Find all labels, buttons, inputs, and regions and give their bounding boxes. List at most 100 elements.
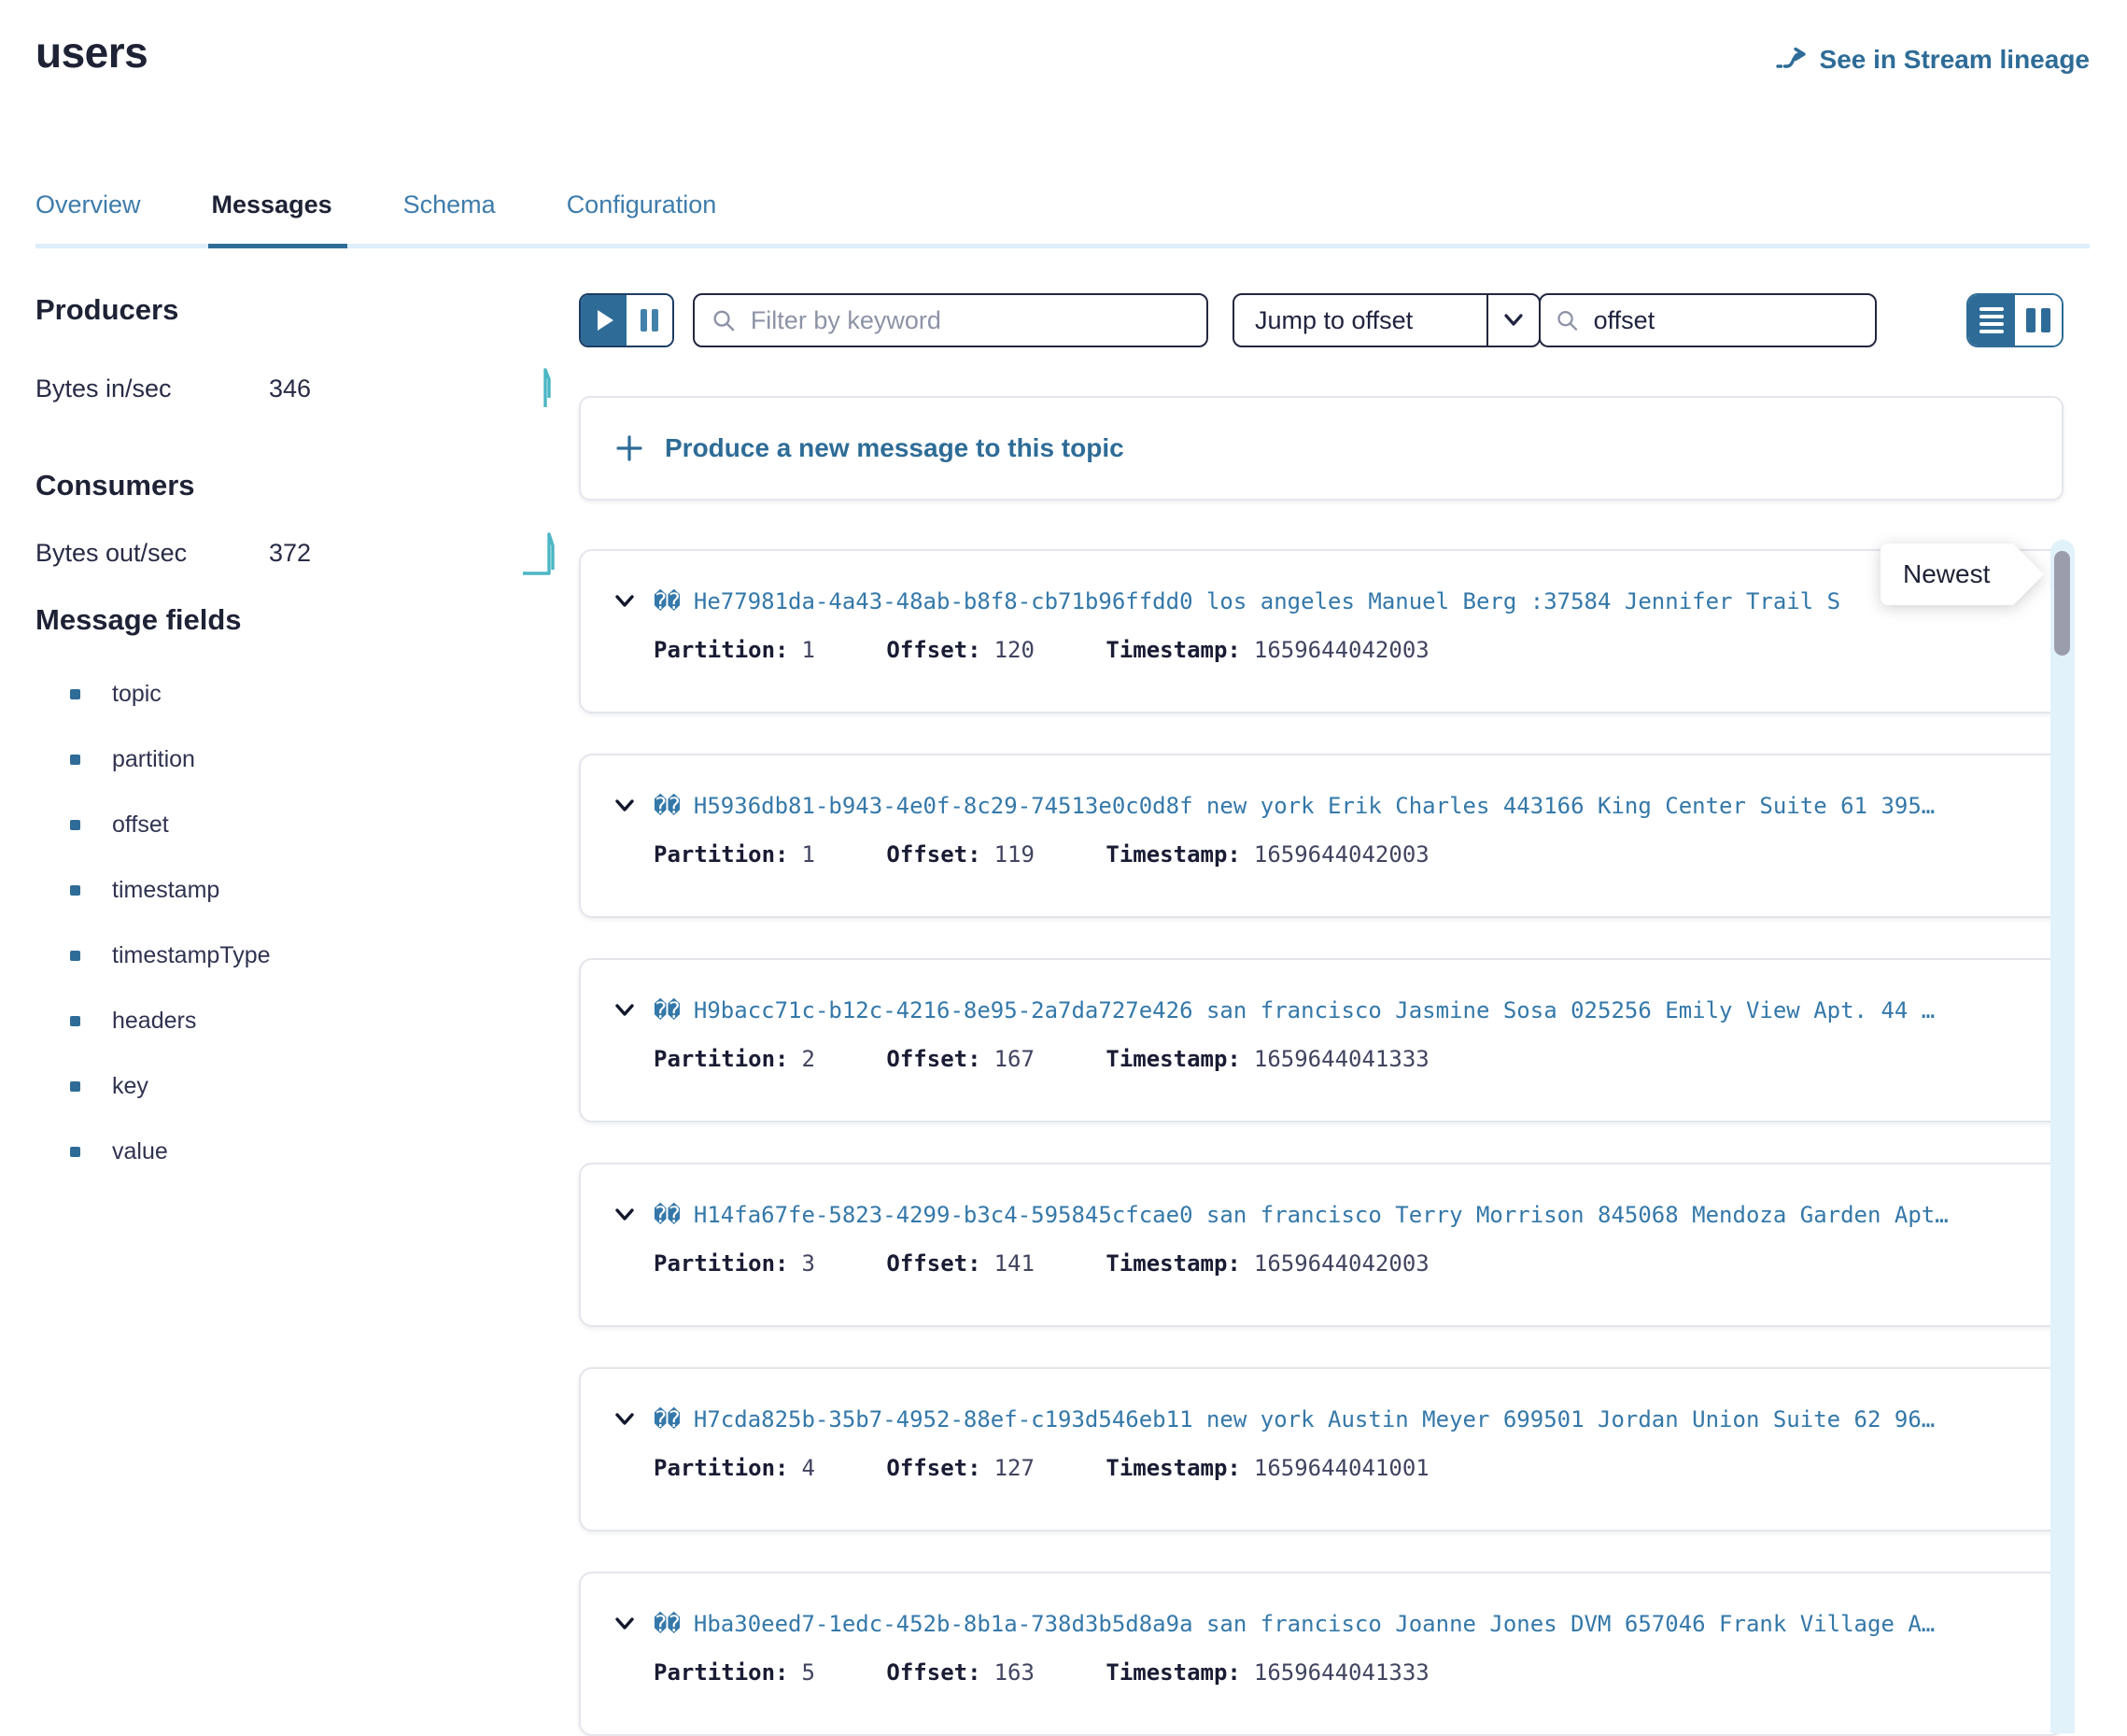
replacement-glyphs: �� <box>654 588 681 614</box>
filter-keyword-input[interactable] <box>749 305 1190 336</box>
chevron-down-icon <box>1486 295 1539 346</box>
offset-value: 120 <box>994 637 1035 663</box>
message-row: �� Hba30eed7-1edc-452b-8b1a-738d3b5d8a9a… <box>579 1572 2064 1736</box>
offset-label: Offset: <box>886 1659 980 1686</box>
square-bullet-icon <box>70 1147 80 1157</box>
square-bullet-icon <box>70 951 80 961</box>
timestamp-value: 1659644041001 <box>1254 1455 1430 1481</box>
message-expand-header[interactable]: �� H9bacc71c-b12c-4216-8e95-2a7da727e426… <box>613 997 2028 1023</box>
tab-schema[interactable]: Schema <box>403 191 496 244</box>
partition-label: Partition: <box>654 637 789 663</box>
field-label: topic <box>112 681 162 708</box>
partition-label: Partition: <box>654 841 789 868</box>
partition-value: 1 <box>802 841 815 868</box>
timestamp-value: 1659644042003 <box>1254 841 1430 868</box>
see-in-stream-lineage-label: See in Stream lineage <box>1820 45 2090 75</box>
chevron-down-icon <box>613 998 637 1023</box>
jump-to-offset-select[interactable]: Jump to offset <box>1233 293 1541 347</box>
produce-message-button[interactable]: Produce a new message to this topic <box>579 396 2064 501</box>
bytes-out-label: Bytes out/sec <box>35 539 269 568</box>
message-meta: Partition:1 Offset:120 Timestamp:1659644… <box>613 637 2028 663</box>
partition-value: 1 <box>802 637 815 663</box>
tab-messages[interactable]: Messages <box>212 191 332 244</box>
message-expand-header[interactable]: �� H5936db81-b943-4e0f-8c29-74513e0c0d8f… <box>613 793 2028 819</box>
message-expand-header[interactable]: �� H14fa67fe-5823-4299-b3c4-595845cfcae0… <box>613 1202 2028 1228</box>
field-item-topic[interactable]: topic <box>70 682 579 706</box>
bytes-out-value: 372 <box>269 539 311 568</box>
field-label: partition <box>112 746 195 773</box>
messages-panel: Jump to offset <box>579 293 2064 1736</box>
message-list: �� He77981da-4a43-48ab-b8f8-cb71b96ffdd0… <box>579 549 2064 1736</box>
list-view-button[interactable] <box>1968 295 2015 346</box>
message-meta: Partition:3 Offset:141 Timestamp:1659644… <box>613 1250 2028 1277</box>
message-expand-header[interactable]: �� H7cda825b-35b7-4952-88ef-c193d546eb11… <box>613 1406 2028 1433</box>
field-item-headers[interactable]: headers <box>70 1009 579 1033</box>
chevron-down-icon <box>613 1612 637 1636</box>
square-bullet-icon <box>70 1016 80 1026</box>
offset-label: Offset: <box>886 1455 980 1481</box>
chevron-down-icon <box>613 589 637 614</box>
square-bullet-icon <box>70 885 80 896</box>
pause-button[interactable] <box>627 295 672 346</box>
view-mode-toggle <box>1966 293 2064 347</box>
message-expand-header[interactable]: �� Hba30eed7-1edc-452b-8b1a-738d3b5d8a9a… <box>613 1611 2028 1637</box>
stream-lineage-arrow-icon <box>1775 46 1809 74</box>
page-header: users See in Stream lineage <box>0 0 2127 77</box>
message-row: �� H9bacc71c-b12c-4216-8e95-2a7da727e426… <box>579 958 2064 1122</box>
field-label: headers <box>112 1008 196 1035</box>
message-expand-header[interactable]: �� He77981da-4a43-48ab-b8f8-cb71b96ffdd0… <box>613 588 2028 614</box>
timestamp-label: Timestamp: <box>1106 637 1241 663</box>
field-label: value <box>112 1138 168 1165</box>
offset-value: 127 <box>994 1455 1035 1481</box>
field-item-partition[interactable]: partition <box>70 747 579 771</box>
message-list-scrollbar-track[interactable] <box>2050 540 2075 1733</box>
pause-icon <box>641 309 658 332</box>
field-item-value[interactable]: value <box>70 1139 579 1164</box>
message-row: �� He77981da-4a43-48ab-b8f8-cb71b96ffdd0… <box>579 549 2064 713</box>
see-in-stream-lineage-link[interactable]: See in Stream lineage <box>1775 45 2090 75</box>
tab-overview[interactable]: Overview <box>35 191 141 244</box>
field-item-timestamp[interactable]: timestamp <box>70 878 579 902</box>
field-item-timestampType[interactable]: timestampType <box>70 943 579 967</box>
jump-to-offset-value: Jump to offset <box>1234 295 1486 346</box>
timestamp-label: Timestamp: <box>1106 841 1241 868</box>
chevron-down-icon <box>613 1203 637 1227</box>
field-label: key <box>112 1073 148 1100</box>
search-icon <box>1556 307 1579 333</box>
offset-value: 119 <box>994 841 1035 868</box>
offset-search-box <box>1539 293 1877 347</box>
message-row: �� H7cda825b-35b7-4952-88ef-c193d546eb11… <box>579 1367 2064 1531</box>
message-meta: Partition:2 Offset:167 Timestamp:1659644… <box>613 1046 2028 1072</box>
field-item-key[interactable]: key <box>70 1074 579 1098</box>
tab-configuration[interactable]: Configuration <box>567 191 717 244</box>
message-key-text: Hba30eed7-1edc-452b-8b1a-738d3b5d8a9a sa… <box>694 1611 1935 1637</box>
play-button[interactable] <box>581 295 627 346</box>
message-key-text: H9bacc71c-b12c-4216-8e95-2a7da727e426 sa… <box>694 997 1935 1023</box>
column-view-button[interactable] <box>2015 295 2062 346</box>
field-item-offset[interactable]: offset <box>70 812 579 837</box>
message-meta: Partition:4 Offset:127 Timestamp:1659644… <box>613 1455 2028 1481</box>
bytes-in-sparkline-icon <box>525 364 562 413</box>
produce-message-label: Produce a new message to this topic <box>665 433 1124 463</box>
message-key-text: H14fa67fe-5823-4299-b3c4-595845cfcae0 sa… <box>694 1202 1949 1228</box>
timestamp-label: Timestamp: <box>1106 1455 1241 1481</box>
bytes-in-label: Bytes in/sec <box>35 374 269 403</box>
message-meta: Partition:1 Offset:119 Timestamp:1659644… <box>613 841 2028 868</box>
message-list-scrollbar-thumb[interactable] <box>2054 551 2070 656</box>
offset-value: 141 <box>994 1250 1035 1277</box>
message-key-text: H7cda825b-35b7-4952-88ef-c193d546eb11 ne… <box>694 1406 1935 1433</box>
square-bullet-icon <box>70 689 80 699</box>
message-fields-list: topic partition offset timestamp timesta… <box>35 682 579 1164</box>
sidebar: Producers Bytes in/sec 346 Consumers Byt… <box>35 293 579 1736</box>
field-label: timestampType <box>112 942 271 969</box>
replacement-glyphs: �� <box>654 1202 681 1228</box>
partition-label: Partition: <box>654 1659 789 1686</box>
messages-toolbar: Jump to offset <box>579 293 2064 347</box>
message-key-text: H5936db81-b943-4e0f-8c29-74513e0c0d8f ne… <box>694 793 1935 819</box>
bytes-out-sparkline-icon <box>521 529 562 577</box>
producers-heading: Producers <box>35 293 579 327</box>
newest-tooltip: Newest <box>1880 543 2013 605</box>
offset-search-input[interactable] <box>1592 305 1860 336</box>
square-bullet-icon <box>70 755 80 765</box>
message-meta: Partition:5 Offset:163 Timestamp:1659644… <box>613 1659 2028 1686</box>
